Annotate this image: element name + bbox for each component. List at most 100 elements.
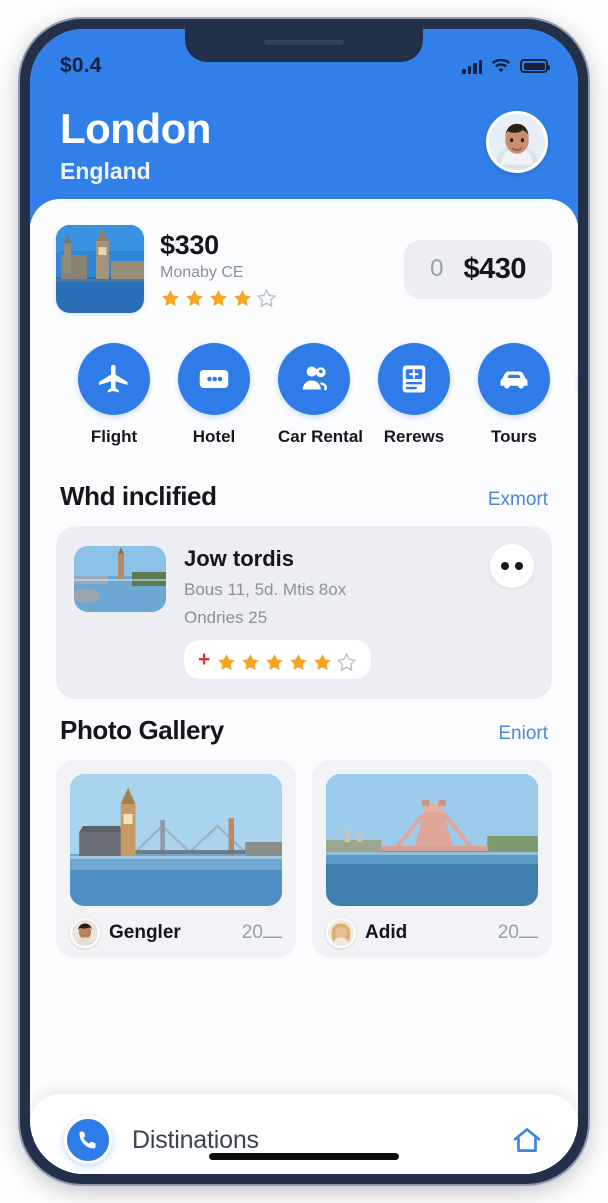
tour-body: Jow tordis Bous 11, 5d. Mtis 8ox Ondries… xyxy=(184,546,534,680)
bottom-bar-label: Distinations xyxy=(132,1125,259,1154)
category-tours[interactable]: Tours xyxy=(478,343,550,447)
page-title: London xyxy=(60,105,211,152)
price-pill[interactable]: 0 $430 xyxy=(404,239,552,299)
category-tours-circle xyxy=(478,343,550,416)
tour-card[interactable]: Jow tordis Bous 11, 5d. Mtis 8ox Ondries… xyxy=(56,526,552,700)
gallery-card-name: Gengler xyxy=(109,922,181,944)
avatar-adid-image xyxy=(328,920,354,947)
category-hotel-label: Hotel xyxy=(192,427,236,447)
notch-speaker xyxy=(264,40,344,45)
star-filled-icon xyxy=(242,654,260,671)
card-icon xyxy=(199,370,229,389)
category-car-rental-circle xyxy=(278,343,350,416)
included-section-link[interactable]: Exmort xyxy=(488,489,548,511)
star-filled-icon xyxy=(314,654,332,671)
gallery-card[interactable]: Gengler 20⎼ xyxy=(56,760,296,959)
wifi-icon xyxy=(491,58,511,72)
phone-frame: $0.4 London England $330 Monaby CE 0 $43… xyxy=(20,19,588,1184)
pink-bridge-photo-image xyxy=(326,774,538,907)
category-hotel-circle xyxy=(178,343,250,416)
star-filled-icon xyxy=(186,289,203,306)
star-filled-icon xyxy=(162,289,179,306)
phone-screen: $0.4 London England $330 Monaby CE 0 $43… xyxy=(30,29,578,1174)
category-car-rental[interactable]: Car Rental xyxy=(278,343,364,447)
phone-icon[interactable] xyxy=(64,1116,112,1164)
gallery-card-name: Adid xyxy=(365,922,408,944)
star-filled-icon xyxy=(218,654,236,671)
header-main: London England xyxy=(60,105,548,185)
document-icon xyxy=(402,365,426,393)
included-section-title: Whd inclified xyxy=(60,481,217,512)
pink-bridge-photo xyxy=(326,774,538,907)
pill-count: 0 xyxy=(430,255,444,283)
battery-icon xyxy=(520,59,550,73)
gallery-card[interactable]: Adid 20⎼ xyxy=(312,760,552,959)
category-tours-label: Tours xyxy=(491,427,537,447)
home-icon-glyph xyxy=(513,1128,541,1152)
airplane-icon xyxy=(99,364,128,393)
price-card[interactable]: $330 Monaby CE 0 $430 xyxy=(30,221,578,314)
header-titles: London England xyxy=(60,105,211,185)
category-flight[interactable]: Flight xyxy=(78,343,150,447)
tour-rating-stars xyxy=(216,652,357,673)
avatar-adid xyxy=(326,918,356,949)
avatar-gengler xyxy=(70,918,100,949)
price-amount: $330 xyxy=(160,229,219,260)
big-ben-bridge-photo xyxy=(70,774,282,907)
bottom-bar: Distinations xyxy=(30,1094,578,1174)
page-subtitle: England xyxy=(60,158,151,185)
home-icon[interactable] xyxy=(510,1123,544,1157)
gallery-card-footer: Adid 20⎼ xyxy=(326,918,538,949)
gallery-section-header: Photo Gallery Eniort xyxy=(30,699,578,760)
screenshot-stage: $0.4 London England $330 Monaby CE 0 $43… xyxy=(0,0,608,1203)
tour-title: Jow tordis xyxy=(184,546,295,572)
gallery-section-title: Photo Gallery xyxy=(60,715,224,746)
gallery-grid: Gengler 20⎼ Adid 20⎼ xyxy=(30,760,578,959)
gallery-card-footer: Gengler 20⎼ xyxy=(70,918,282,949)
category-rerews-label: Rerews xyxy=(383,427,445,447)
status-icons xyxy=(462,58,550,74)
gallery-card-count: 20⎼ xyxy=(241,922,282,944)
category-flight-label: Flight xyxy=(90,427,138,447)
gallery-section-link[interactable]: Eniort xyxy=(498,723,548,745)
star-filled-icon xyxy=(266,654,284,671)
star-filled-icon xyxy=(210,289,227,306)
plus-indicator: + xyxy=(198,648,211,672)
car-icon xyxy=(500,371,528,389)
big-ben-thumbnail xyxy=(56,225,144,314)
price-subtitle: Monaby CE xyxy=(160,263,244,281)
tour-meta-primary: Bous 11, 5d. Mtis 8ox xyxy=(184,580,347,600)
pill-price: $430 xyxy=(463,252,526,285)
avatar-gengler-image xyxy=(72,920,98,947)
phone-icon-glyph xyxy=(79,1131,96,1149)
signal-bars-icon xyxy=(462,59,482,74)
home-indicator xyxy=(209,1153,399,1160)
category-rerews[interactable]: Rerews xyxy=(378,343,450,447)
avatar[interactable] xyxy=(486,111,548,173)
star-empty-icon xyxy=(336,652,357,672)
price-rating-stars xyxy=(160,288,277,309)
price-info: $330 Monaby CE xyxy=(160,230,277,309)
content-sheet: $330 Monaby CE 0 $430 Flight Hotel Car R… xyxy=(30,199,578,1174)
star-filled-icon xyxy=(234,289,251,306)
star-filled-icon xyxy=(290,654,308,671)
tour-rating-pill: + xyxy=(184,640,372,680)
category-hotel[interactable]: Hotel xyxy=(178,343,250,447)
device-notch xyxy=(185,29,423,62)
gallery-card-count: 20⎼ xyxy=(497,922,538,944)
category-rerews-circle xyxy=(378,343,450,416)
location-person-icon xyxy=(302,366,328,391)
river-tower-thumbnail xyxy=(74,546,166,613)
category-car-rental-label: Car Rental xyxy=(278,427,364,447)
tour-meta-secondary: Ondries 25 xyxy=(184,608,268,628)
category-row: Flight Hotel Car Rental Rerews Tours xyxy=(30,313,578,465)
big-ben-bridge-photo-image xyxy=(70,774,282,907)
big-ben-thumbnail-image xyxy=(56,225,144,314)
user-avatar-image xyxy=(489,114,545,170)
category-flight-circle xyxy=(78,343,150,416)
status-time: $0.4 xyxy=(60,54,102,77)
star-empty-icon xyxy=(256,288,277,307)
river-tower-thumbnail-image xyxy=(74,546,166,613)
more-dots-icon[interactable] xyxy=(490,544,534,589)
included-section-header: Whd inclified Exmort xyxy=(30,465,578,526)
